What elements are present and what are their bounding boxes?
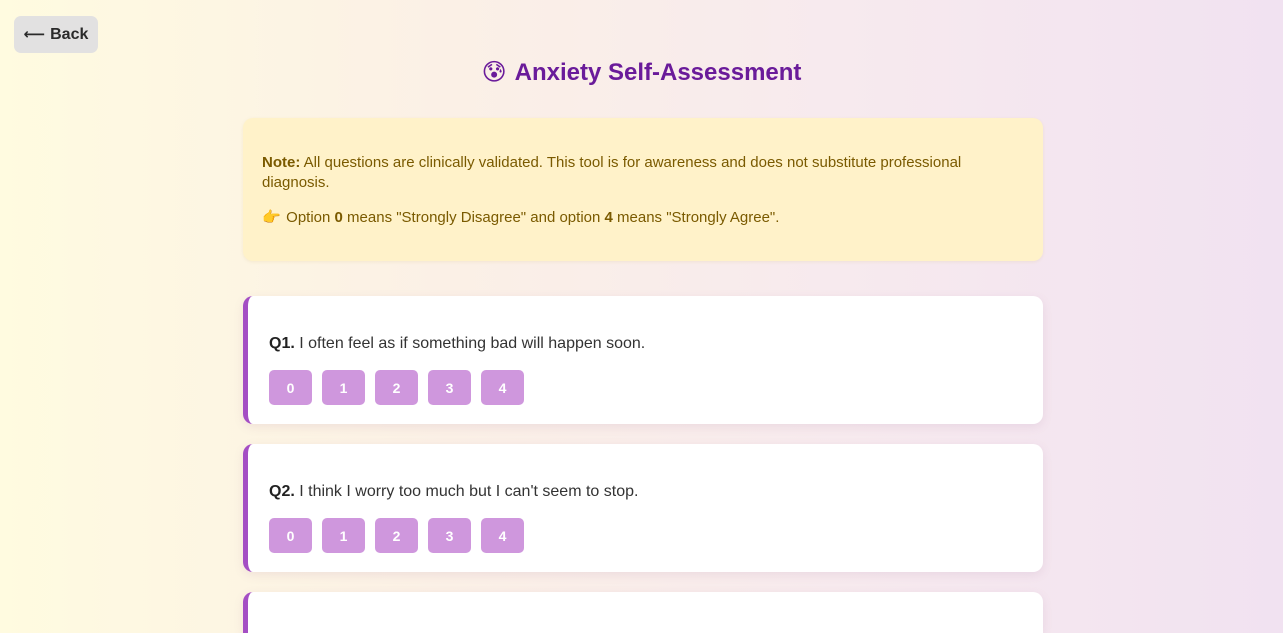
answer-options: 0 1 2 3 4: [269, 370, 1022, 405]
back-arrow-icon: ⟵: [23, 26, 46, 43]
note-label: Note:: [262, 154, 301, 171]
option-0-button[interactable]: 0: [269, 518, 312, 553]
scale-hint: 👉 Option 0 means "Strongly Disagree" and…: [262, 208, 1024, 228]
note-box: Note: All questions are clinically valid…: [243, 118, 1043, 261]
question-text: Q1. I often feel as if something bad wil…: [269, 334, 1022, 354]
question-card-2: Q2. I think I worry too much but I can't…: [243, 444, 1043, 572]
back-button-label: Back: [50, 25, 89, 43]
page-title: 😰 Anxiety Self-Assessment: [0, 58, 1283, 87]
anxious-face-icon: 😰: [481, 59, 507, 86]
pointing-hand-icon: 👉: [262, 209, 281, 226]
scale-hint-pre: Option: [282, 209, 335, 226]
question-body: I think I worry too much but I can't see…: [294, 483, 639, 500]
question-card-3: [243, 592, 1043, 633]
question-body: I often feel as if something bad will ha…: [294, 335, 646, 352]
option-4-button[interactable]: 4: [481, 370, 524, 405]
scale-hint-post: means "Strongly Agree".: [612, 209, 780, 226]
option-2-button[interactable]: 2: [375, 518, 418, 553]
note-text: All questions are clinically validated. …: [262, 154, 962, 191]
answer-options: 0 1 2 3 4: [269, 518, 1022, 553]
scale-hint-max: 4: [604, 209, 613, 226]
option-0-button[interactable]: 0: [269, 370, 312, 405]
question-number: Q1.: [269, 335, 295, 352]
page-title-text: Anxiety Self-Assessment: [514, 58, 802, 86]
question-card-1: Q1. I often feel as if something bad wil…: [243, 296, 1043, 424]
option-3-button[interactable]: 3: [428, 518, 471, 553]
option-1-button[interactable]: 1: [322, 370, 365, 405]
option-1-button[interactable]: 1: [322, 518, 365, 553]
back-button[interactable]: ⟵ Back: [14, 16, 98, 53]
note-paragraph: Note: All questions are clinically valid…: [262, 153, 1024, 193]
option-3-button[interactable]: 3: [428, 370, 471, 405]
scale-hint-mid: means "Strongly Disagree" and option: [342, 209, 605, 226]
option-2-button[interactable]: 2: [375, 370, 418, 405]
question-number: Q2.: [269, 483, 295, 500]
scale-hint-min: 0: [334, 209, 343, 226]
question-text: Q2. I think I worry too much but I can't…: [269, 482, 1022, 502]
option-4-button[interactable]: 4: [481, 518, 524, 553]
